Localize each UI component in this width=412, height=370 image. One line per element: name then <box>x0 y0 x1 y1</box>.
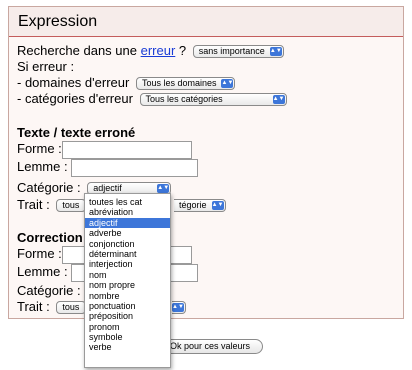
dropdown-option[interactable]: abréviation <box>85 207 170 217</box>
domains-select[interactable]: Tous les domaines ▲▼ <box>135 77 236 91</box>
correction-forme-label: Forme : <box>17 246 62 261</box>
search-suffix: ? <box>178 43 187 58</box>
correction-trait-select[interactable]: tous <box>56 301 87 315</box>
dropdown-option[interactable]: symbole <box>85 332 170 342</box>
dropdown-option[interactable]: nombre <box>85 291 170 301</box>
dropdown-option[interactable]: toutes les cat <box>85 197 170 207</box>
panel-title: Expression <box>18 13 98 30</box>
dropdown-option[interactable]: conjonction <box>85 239 170 249</box>
select-arrows-icon: ▲▼ <box>157 184 170 194</box>
select-arrows-icon: ▲▼ <box>272 95 285 105</box>
categories-row: - catégories d'erreur Tous les catégorie… <box>17 91 287 107</box>
dropdown-option[interactable]: adjectif <box>85 217 170 229</box>
dropdown-option[interactable]: interjection <box>85 259 170 269</box>
texte-heading: Texte / texte erroné <box>17 125 136 140</box>
if-error-label: Si erreur : <box>17 59 75 74</box>
texte-trait-label: Trait : <box>17 197 50 212</box>
select-arrows-icon: ▲▼ <box>211 201 224 211</box>
dropdown-option[interactable]: ponctuation <box>85 301 170 311</box>
search-prefix: Recherche dans une <box>17 43 137 58</box>
select-arrows-icon: ▲▼ <box>269 47 282 57</box>
correction-trait-tail: ▲▼ <box>172 299 186 315</box>
select-arrows-icon: ▲▼ <box>221 79 234 89</box>
categories-value: Tous les catégories <box>145 94 223 105</box>
texte-categorie-value: adjectif <box>93 183 122 194</box>
correction-trait-row: Trait : tous <box>17 299 87 315</box>
importance-select[interactable]: sans importance ▲▼ <box>192 45 284 59</box>
importance-value: sans importance <box>198 46 265 57</box>
texte-trait-value: tous <box>62 200 80 211</box>
select-arrows-icon: ▲▼ <box>172 303 184 313</box>
texte-lemme-label: Lemme : <box>17 159 68 174</box>
correction-lemme-label: Lemme : <box>17 264 68 279</box>
texte-categorie-label: Catégorie : <box>17 180 81 195</box>
correction-trait-label: Trait : <box>17 299 50 314</box>
error-link[interactable]: erreur <box>141 43 176 58</box>
dropdown-option[interactable]: déterminant <box>85 249 170 259</box>
dropdown-option[interactable]: pronom <box>85 322 170 332</box>
texte-forme-input[interactable] <box>62 141 192 159</box>
correction-heading: Correction <box>17 230 83 245</box>
dropdown-option[interactable]: adverbe <box>85 228 170 238</box>
texte-trait-row: Trait : tous <box>17 197 87 213</box>
correction-trait-select-tail[interactable]: ▲▼ <box>172 301 186 315</box>
domains-label: - domaines d'erreur <box>17 75 130 90</box>
texte-trait-select[interactable]: tous <box>56 199 87 213</box>
dropdown-option[interactable]: nom propre <box>85 280 170 290</box>
dropdown-option[interactable]: verbe <box>85 342 170 352</box>
domains-row: - domaines d'erreur Tous les domaines ▲▼ <box>17 75 236 91</box>
panel-header: Expression <box>9 7 403 37</box>
texte-forme-label: Forme : <box>17 141 62 156</box>
expression-panel: Expression Recherche dans une erreur ? s… <box>8 6 404 319</box>
dropdown-option[interactable]: préposition <box>85 311 170 321</box>
texte-trait-select-tail[interactable]: tégorie ▲▼ <box>174 199 226 213</box>
categories-select[interactable]: Tous les catégories ▲▼ <box>139 93 287 107</box>
correction-categorie-label: Catégorie : <box>17 283 81 298</box>
texte-trait-tail: tégorie ▲▼ <box>174 197 226 213</box>
texte-lemme-input[interactable] <box>71 159 198 177</box>
categorie-dropdown-menu[interactable]: toutes les cat abréviation adjectif adverbe… <box>84 193 171 368</box>
search-row: Recherche dans une erreur ? sans importa… <box>17 43 284 59</box>
domains-value: Tous les domaines <box>141 78 217 89</box>
dropdown-option[interactable]: nom <box>85 270 170 280</box>
correction-trait-value: tous <box>62 302 80 313</box>
categories-label: - catégories d'erreur <box>17 91 133 106</box>
texte-trait-value-right: tégorie <box>179 200 207 211</box>
